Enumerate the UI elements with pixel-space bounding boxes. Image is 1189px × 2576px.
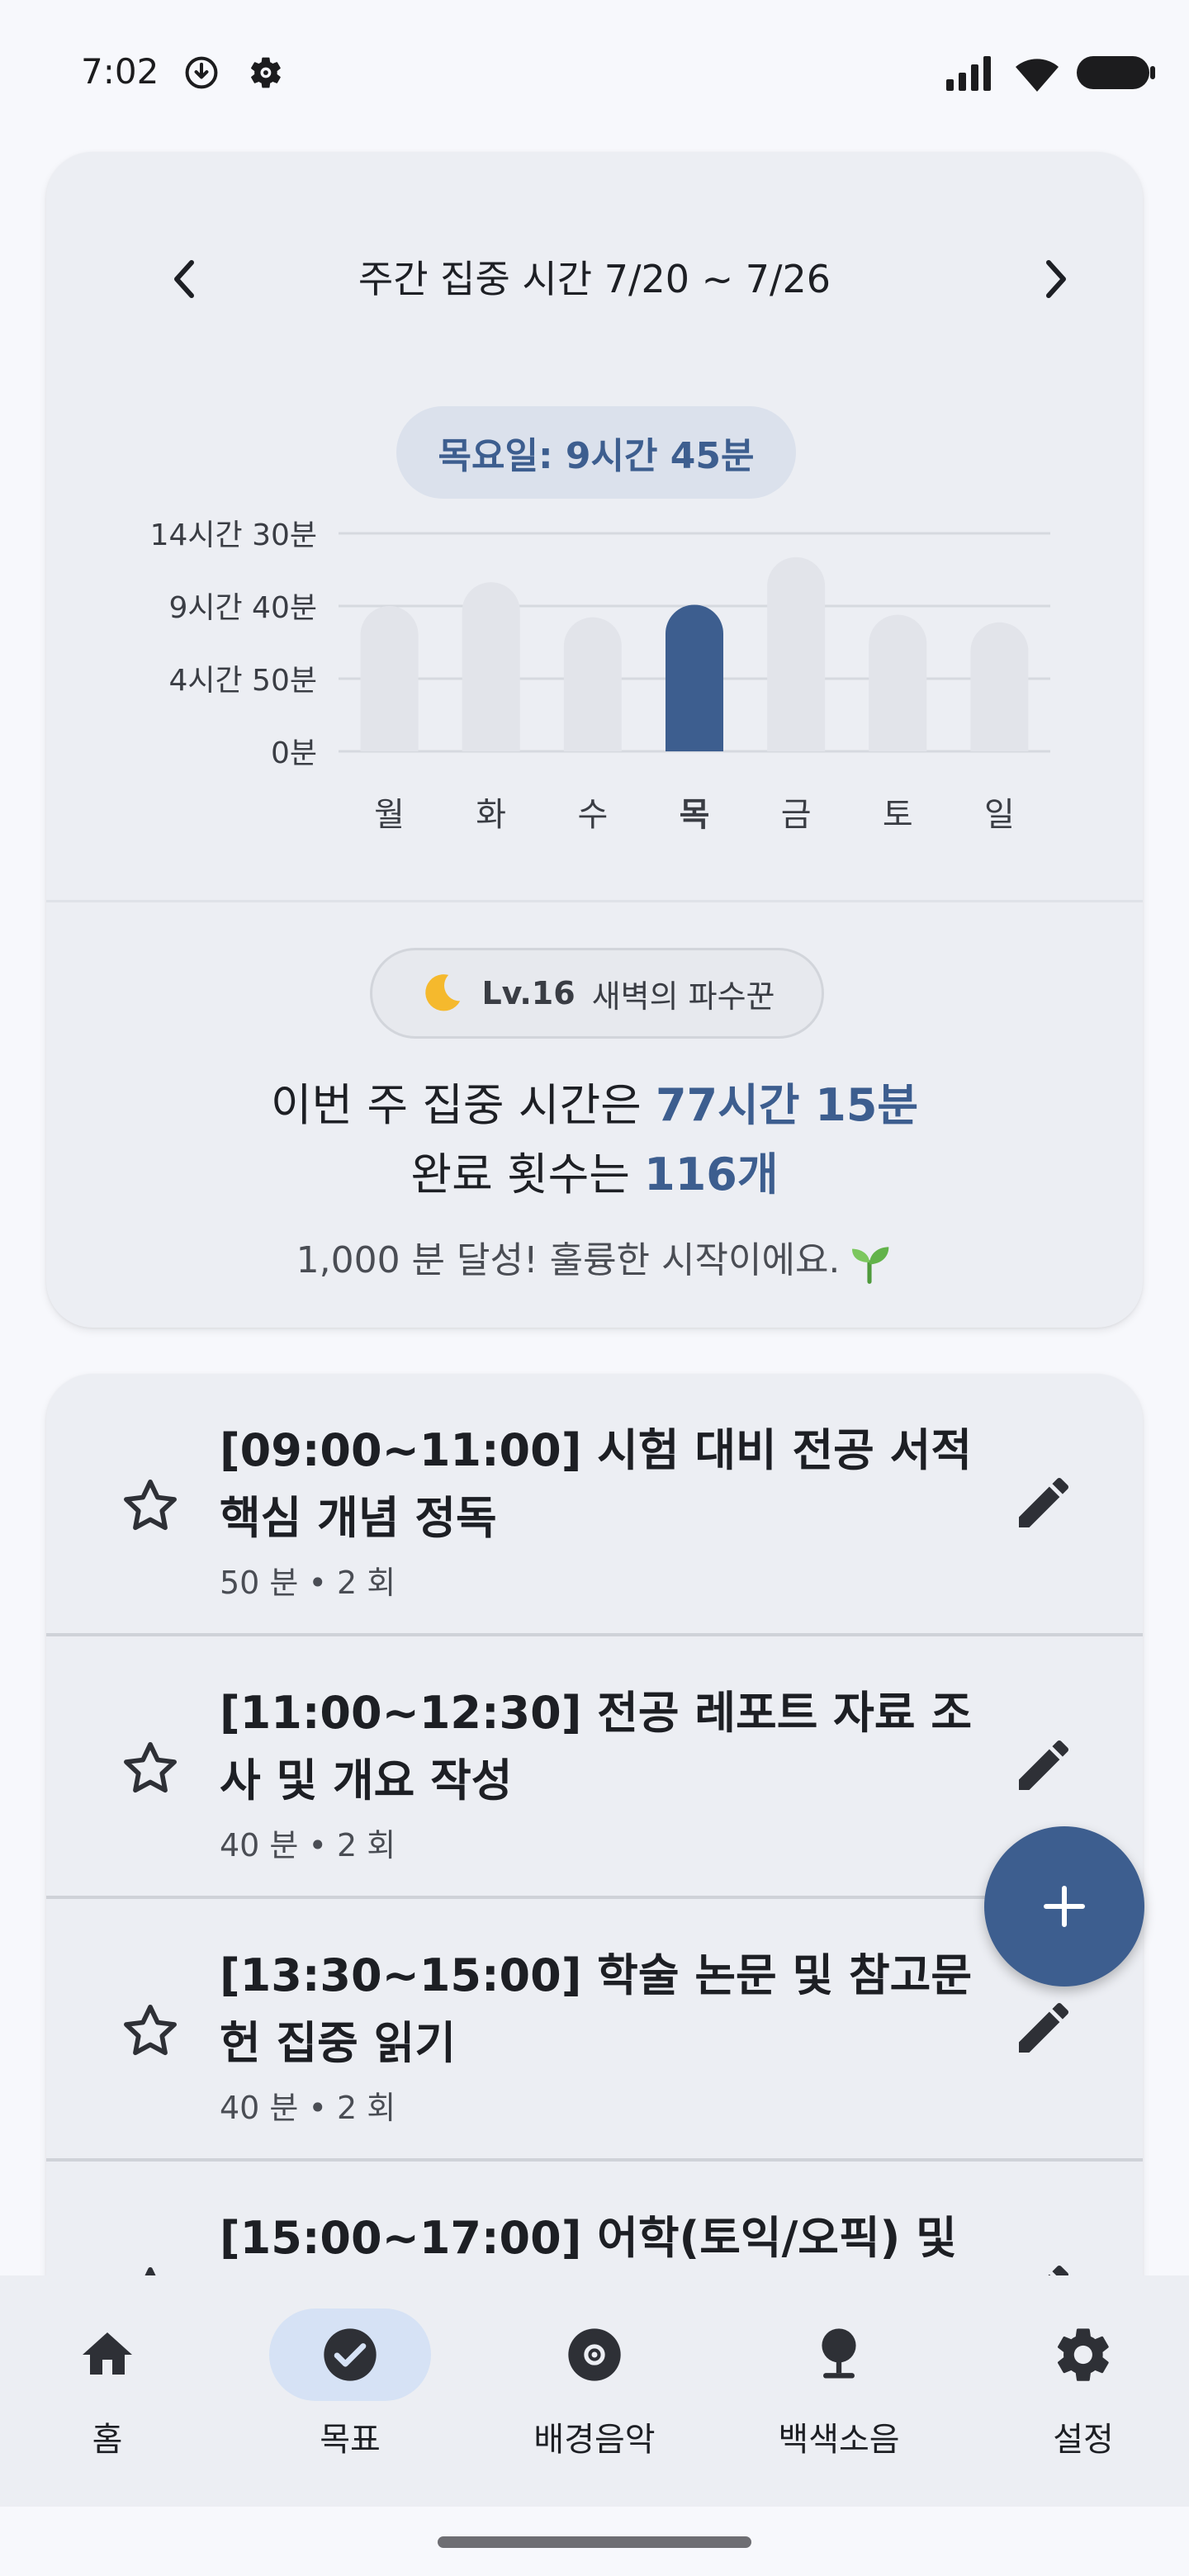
nav-label: 배경음악: [533, 2421, 656, 2459]
y-tick-label: 0분: [271, 736, 317, 770]
x-tick-label: 토: [883, 796, 913, 834]
plus-icon: [1044, 1886, 1085, 1927]
weekly-focus-total: 이번 주 집중 시간은 77시간 15분: [46, 1068, 1143, 1134]
goal-item[interactable]: [09:00~11:00] 시험 대비 전공 서적 핵심 개념 정독 50 분 …: [46, 1374, 1143, 1636]
edit-pencil-icon[interactable]: [1011, 1470, 1077, 1536]
nav-item-home[interactable]: 홈: [0, 2308, 223, 2474]
level-number: Lv.16: [481, 975, 576, 1011]
weekly-summary-card: 주간 집중 시간 7/20 ~ 7/26 목요일: 9시간 45분 0분 4시간 …: [46, 152, 1143, 1328]
star-outline-icon[interactable]: [119, 1475, 182, 1537]
nav-indicator: [758, 2308, 920, 2401]
chart-bar-1[interactable]: [462, 582, 520, 751]
check-circle-icon: [324, 2328, 377, 2381]
achievement-message: 1,000 분 달성! 훌륭한 시작이에요.: [46, 1230, 1143, 1286]
system-icons: [946, 51, 1156, 94]
goal-list: [09:00~11:00] 시험 대비 전공 서적 핵심 개념 정독 50 분 …: [46, 1374, 1143, 2282]
completion-count: 완료 횟수는 116개: [46, 1138, 1143, 1203]
achievement-text: 1,000 분 달성! 훌륭한 시작이에요.: [296, 1239, 841, 1281]
goal-title: [11:00~12:30] 전공 레포트 자료 조사 및 개요 작성: [220, 1687, 973, 1807]
wifi-icon: [1016, 59, 1059, 92]
star-outline-icon[interactable]: [119, 2000, 182, 2062]
goal-title: [13:30~15:00] 학술 논문 및 참고문헌 집중 읽기: [220, 1949, 973, 2069]
weekly-focus-value: 77시간 15분: [655, 1079, 919, 1131]
edit-pencil-icon[interactable]: [1011, 1995, 1077, 2061]
star-outline-icon[interactable]: [119, 1737, 182, 1800]
goal-item[interactable]: [13:30~15:00] 학술 논문 및 참고문헌 집중 읽기 40 분 • …: [46, 1899, 1143, 2162]
nav-label: 백색소음: [778, 2421, 900, 2459]
disc-icon: [568, 2328, 621, 2381]
goal-title: [15:00~17:00] 어학(토익/오픽) 및: [220, 2212, 957, 2264]
nav-item-settings[interactable]: 설정: [968, 2308, 1189, 2474]
nav-item-white-noise[interactable]: 백색소음: [723, 2308, 955, 2474]
chart-bar-4[interactable]: [767, 556, 826, 751]
chart-bar-3[interactable]: [666, 604, 723, 751]
add-goal-button[interactable]: [984, 1826, 1144, 1986]
nav-label: 홈: [92, 2421, 123, 2459]
completion-value: 116개: [644, 1148, 779, 1200]
moon-icon: [425, 974, 461, 1011]
level-name: 새벽의 파수꾼: [591, 978, 775, 1015]
goal-item[interactable]: [11:00~12:30] 전공 레포트 자료 조사 및 개요 작성 40 분 …: [46, 1636, 1143, 1899]
download-icon: [185, 56, 218, 89]
y-tick-label: 9시간 40분: [168, 591, 317, 625]
nav-label: 목표: [320, 2421, 381, 2459]
edit-pencil-icon[interactable]: [1011, 1732, 1077, 1798]
nav-indicator: [514, 2308, 675, 2401]
nav-indicator: [1002, 2308, 1164, 2401]
x-tick-label: 목: [680, 796, 710, 834]
chart-bar-5[interactable]: [869, 614, 927, 751]
nav-item-music[interactable]: 배경음악: [479, 2308, 710, 2474]
x-tick-label: 화: [476, 796, 506, 834]
nav-indicator: [26, 2308, 188, 2401]
y-tick-label: 4시간 50분: [168, 664, 317, 698]
status-bar: 7:02: [0, 0, 1189, 149]
goal-meta: 50 분 • 2 회: [220, 1565, 396, 1601]
battery-icon: [1077, 56, 1155, 89]
level-badge: Lv.16 새벽의 파수꾼: [370, 948, 824, 1039]
x-tick-label: 일: [984, 796, 1015, 834]
x-tick-label: 수: [577, 796, 608, 834]
y-tick-label: 14시간 30분: [150, 519, 317, 552]
sprout-icon: [852, 1247, 889, 1284]
card-divider: [46, 900, 1143, 902]
goal-meta: 40 분 • 2 회: [220, 2090, 396, 2126]
signal-icon: [946, 56, 991, 91]
goal-meta: 40 분 • 2 회: [220, 1827, 396, 1863]
bottom-navigation: 홈 목표 배경음악 백색소음 설정: [0, 2275, 1189, 2507]
chart-bar-0[interactable]: [360, 606, 419, 751]
status-time: 7:02: [81, 51, 159, 92]
chart-bar-6[interactable]: [970, 622, 1029, 751]
nav-item-goals[interactable]: 목표: [234, 2308, 466, 2474]
x-tick-label: 월: [374, 796, 405, 834]
chart-bar-2[interactable]: [563, 617, 622, 751]
completion-prefix: 완료 횟수는: [410, 1148, 645, 1200]
gear-icon: [1058, 2328, 1109, 2381]
nav-indicator-active: [269, 2308, 431, 2401]
settings-status-icon: [251, 57, 281, 88]
tree-icon: [822, 2328, 856, 2379]
home-indicator[interactable]: [438, 2536, 751, 2548]
nav-label: 설정: [1053, 2421, 1114, 2459]
goal-title: [09:00~11:00] 시험 대비 전공 서적 핵심 개념 정독: [220, 1424, 973, 1544]
x-tick-label: 금: [781, 796, 812, 834]
home-icon: [83, 2332, 132, 2375]
weekly-focus-prefix: 이번 주 집중 시간은: [270, 1079, 656, 1131]
weekly-focus-chart[interactable]: 0분 4시간 50분 9시간 40분 14시간 30분월 화 수 목 금 토 일: [46, 152, 1143, 837]
goal-item[interactable]: [15:00~17:00] 어학(토익/오픽) 및: [46, 2162, 1143, 2282]
